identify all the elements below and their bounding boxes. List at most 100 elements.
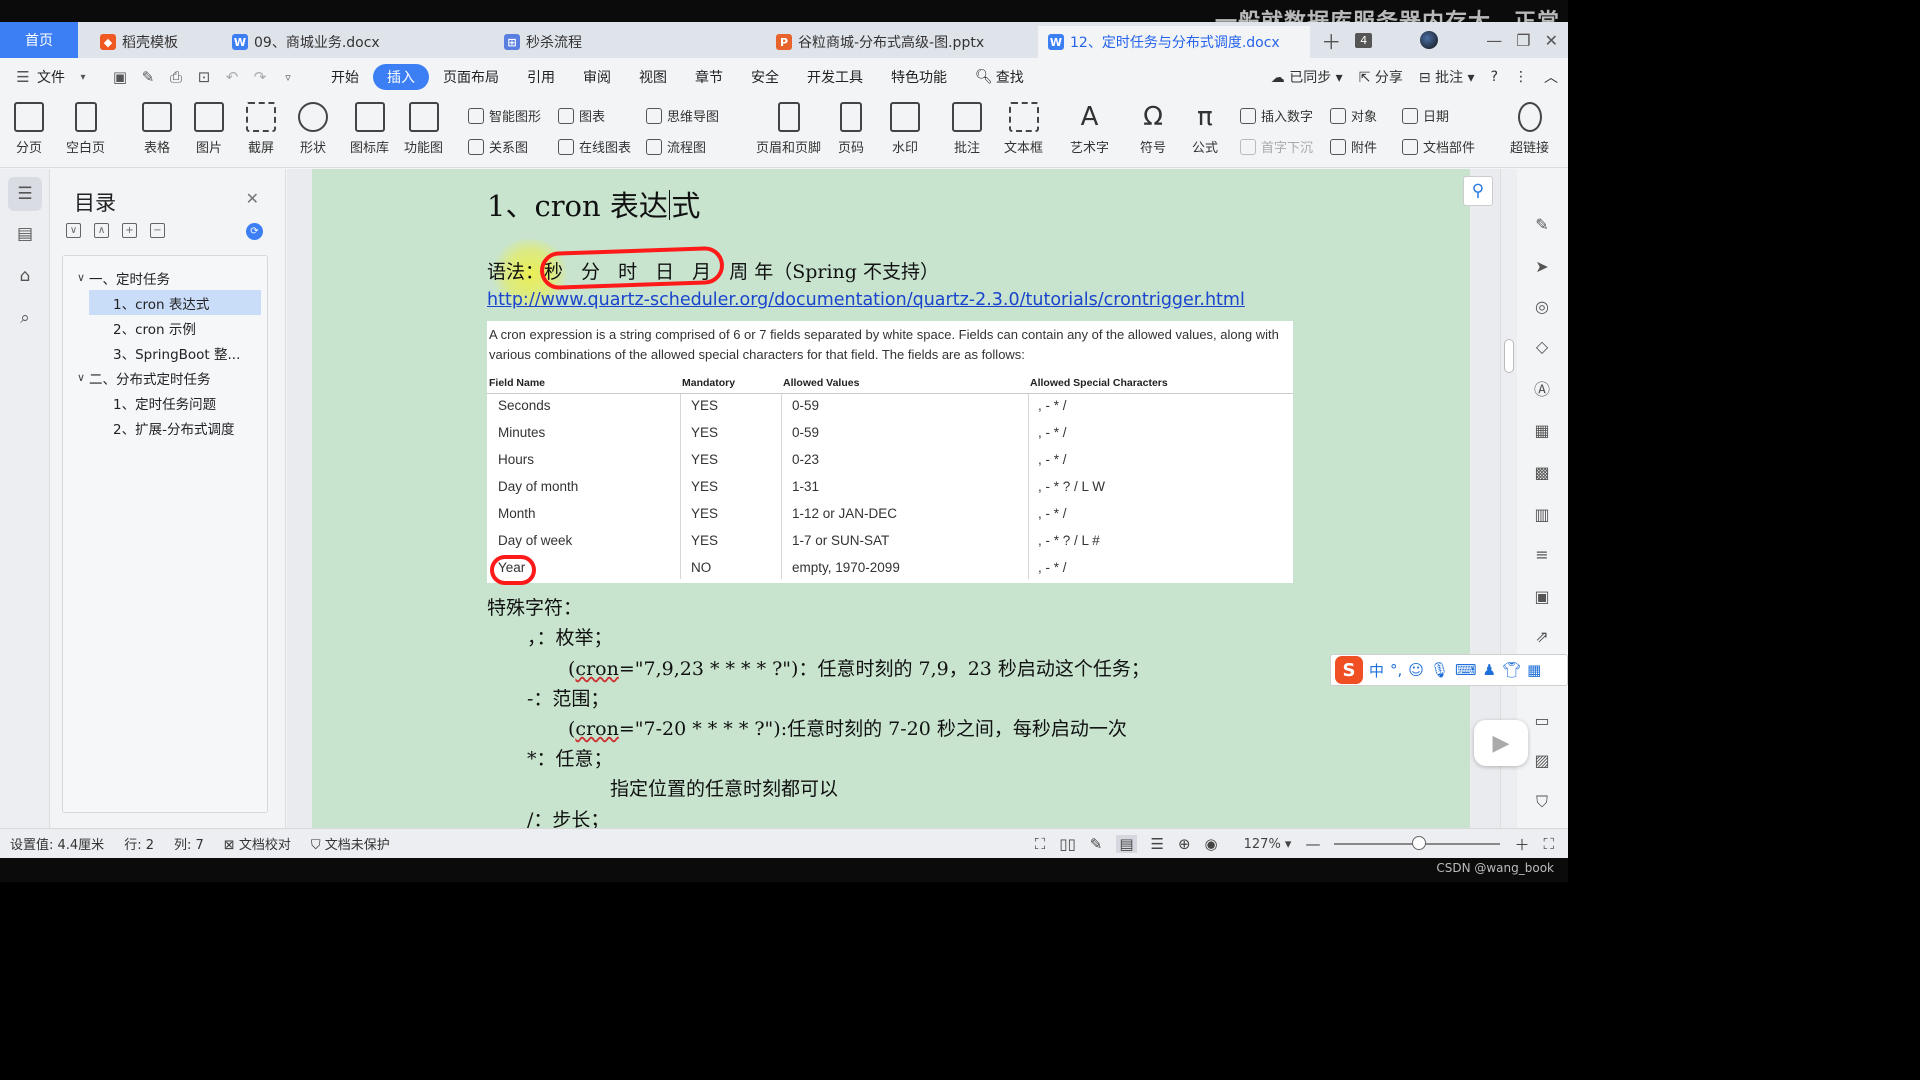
range-example[interactable]: (cron="7-20 * * * * ?"):任意时刻的 7-20 秒之间，每…: [568, 714, 1127, 741]
toc-item-springboot[interactable]: 3、SpringBoot 整...: [63, 340, 267, 365]
chevron-down-icon[interactable]: ∨: [73, 371, 89, 384]
drop-cap-button[interactable]: 首字下沉: [1240, 137, 1313, 156]
any-explanation[interactable]: 指定位置的任意时刻都可以: [610, 774, 838, 801]
chevron-down-icon[interactable]: ∨: [73, 271, 89, 284]
skin-icon[interactable]: 👕︎: [1502, 661, 1521, 679]
zoom-slider[interactable]: [1334, 836, 1501, 850]
symbol-button[interactable]: Ω 符号: [1138, 102, 1168, 156]
menu-review[interactable]: 审阅: [569, 64, 625, 90]
textbox-button[interactable]: 文本框: [1004, 102, 1043, 156]
shape-button[interactable]: 形状: [298, 102, 328, 156]
share-button[interactable]: ⇱ 分享: [1359, 67, 1403, 87]
photo-icon[interactable]: ▨: [1531, 749, 1553, 771]
menu-page-layout[interactable]: 页面布局: [429, 64, 513, 90]
video-play-icon[interactable]: ▶: [1474, 720, 1528, 766]
text-art-icon[interactable]: Ⓐ: [1531, 377, 1553, 399]
special-chars-title[interactable]: 特殊字符：: [487, 593, 582, 620]
tab-docer-templates[interactable]: ◆ 稻壳模板: [90, 26, 216, 58]
find-replace-icon[interactable]: ⌕: [8, 301, 42, 335]
table-button[interactable]: 表格: [142, 102, 172, 156]
select-cursor-icon[interactable]: ➤: [1531, 255, 1553, 277]
tab-doc-mall[interactable]: W 09、商城业务.docx: [222, 26, 488, 58]
sync-status[interactable]: ☁ 已同步 ▾: [1271, 67, 1343, 87]
document-page[interactable]: 1、cron 表达式 语法：秒 分 时 日 月 周年（Spring 不支持） h…: [312, 169, 1470, 828]
relation-chart-button[interactable]: 关系图: [468, 137, 528, 156]
hamburger-menu-icon[interactable]: ☰: [14, 68, 32, 86]
menu-file[interactable]: 文件: [37, 64, 69, 90]
tab-seckill-flow[interactable]: ⊞ 秒杀流程: [494, 26, 760, 58]
emoji-icon[interactable]: ☺: [1408, 661, 1424, 679]
enum-example[interactable]: (cron="7,9,23 * * * * ?")：任意时刻的 7,9，23 秒…: [568, 654, 1150, 681]
document-canvas[interactable]: 1、cron 表达式 语法：秒 分 时 日 月 周年（Spring 不支持） h…: [287, 169, 1500, 828]
keyboard-icon[interactable]: ⌨: [1455, 661, 1477, 679]
hyperlink-button[interactable]: 超链接: [1510, 102, 1549, 156]
formula-button[interactable]: π 公式: [1190, 102, 1220, 156]
remove-heading-icon[interactable]: −: [150, 223, 165, 238]
sogou-logo-icon[interactable]: S: [1335, 656, 1363, 684]
tab-current-doc[interactable]: W 12、定时任务与分布式调度.docx: [1038, 26, 1310, 58]
location-pin-icon[interactable]: ⚲: [1463, 176, 1493, 206]
collapse-all-icon[interactable]: ∧: [94, 223, 109, 238]
minimize-icon[interactable]: —: [1486, 31, 1502, 50]
close-icon[interactable]: ✕: [1545, 31, 1558, 50]
menu-dev-tools[interactable]: 开发工具: [793, 64, 877, 90]
undo-icon[interactable]: ↶: [223, 68, 241, 86]
page-thumbnails-icon[interactable]: ▤: [8, 217, 42, 251]
grid-menu-icon[interactable]: ▦: [1527, 661, 1541, 679]
protect-status[interactable]: ⛉ 文档未保护: [301, 834, 400, 853]
user-icon[interactable]: ♟: [1483, 661, 1496, 679]
page-break-button[interactable]: 分页: [14, 102, 44, 156]
doc-parts-button[interactable]: 文档部件: [1402, 137, 1475, 156]
tab-home[interactable]: 首页: [0, 22, 78, 58]
icon-library-button[interactable]: 图标库: [350, 102, 389, 156]
step-line[interactable]: /：步长；: [527, 805, 609, 828]
shield-icon[interactable]: ⛉: [1531, 791, 1553, 813]
menu-chapter[interactable]: 章节: [681, 64, 737, 90]
function-chart-button[interactable]: 功能图: [404, 102, 443, 156]
zoom-in-icon[interactable]: ＋: [1514, 834, 1529, 855]
smart-art-button[interactable]: 智能图形: [468, 106, 541, 125]
restore-icon[interactable]: ❐: [1516, 31, 1530, 50]
user-avatar[interactable]: [1420, 31, 1439, 49]
comment-button[interactable]: ⊟ 批注 ▾: [1419, 67, 1475, 87]
header-footer-button[interactable]: 页眉和页脚: [756, 102, 821, 156]
toc-item-distributed-scheduling[interactable]: 2、扩展-分布式调度: [63, 415, 267, 440]
menu-start[interactable]: 开始: [317, 64, 373, 90]
fit-page-icon[interactable]: ⛶: [1543, 835, 1554, 853]
sliders-icon[interactable]: ≡: [1531, 543, 1553, 565]
picture-button[interactable]: 图片: [194, 102, 224, 156]
word-art-button[interactable]: A 艺术字: [1070, 102, 1109, 156]
proofread-button[interactable]: ⊠ 文档校对: [214, 834, 301, 853]
enum-line[interactable]: ，：枚举；: [527, 623, 613, 650]
section-heading[interactable]: 1、cron 表达式: [487, 183, 700, 225]
outline-list-icon[interactable]: ☰: [8, 177, 42, 211]
grid-apps-icon[interactable]: ▩: [1531, 461, 1553, 483]
archive-icon[interactable]: ▭: [1531, 709, 1553, 731]
save-icon[interactable]: ▣: [111, 68, 129, 86]
menu-view[interactable]: 视图: [625, 64, 681, 90]
insert-number-button[interactable]: 插入数字: [1240, 106, 1313, 125]
online-chart-button[interactable]: 在线图表: [558, 137, 631, 156]
format-painter-icon[interactable]: ✎: [139, 68, 157, 86]
tab-count-badge[interactable]: 4: [1355, 32, 1373, 48]
redo-icon[interactable]: ↷: [251, 68, 269, 86]
scrollbar-thumb[interactable]: [1504, 339, 1514, 373]
collapse-ribbon-icon[interactable]: ︿: [1544, 67, 1558, 87]
toc-item-scheduled-tasks[interactable]: ∨ 一、定时任务: [63, 265, 267, 290]
chevron-down-icon[interactable]: ▾: [74, 68, 92, 86]
menu-search[interactable]: 🔍︎ 查找: [961, 64, 1038, 90]
web-view-icon[interactable]: ⊕: [1178, 835, 1191, 853]
eye-protect-icon[interactable]: ◉: [1205, 835, 1218, 853]
attachment-button[interactable]: 附件: [1330, 137, 1377, 156]
toc-item-cron-examples[interactable]: 2、cron 示例: [63, 315, 267, 340]
zoom-out-icon[interactable]: —: [1305, 835, 1320, 853]
zoom-slider-knob[interactable]: [1412, 836, 1427, 850]
menu-insert[interactable]: 插入: [373, 64, 429, 90]
expand-all-icon[interactable]: ∨: [66, 223, 81, 238]
sync-outline-icon[interactable]: ⟳: [246, 223, 263, 240]
screenshot-button[interactable]: 截屏: [246, 102, 276, 156]
tab-pptx[interactable]: P 谷粒商城-分布式高级-图.pptx: [766, 26, 1030, 58]
help-icon[interactable]: ?: [1491, 69, 1498, 85]
shape-tool-icon[interactable]: ◇: [1531, 335, 1553, 357]
ime-mode[interactable]: 中: [1369, 660, 1384, 681]
